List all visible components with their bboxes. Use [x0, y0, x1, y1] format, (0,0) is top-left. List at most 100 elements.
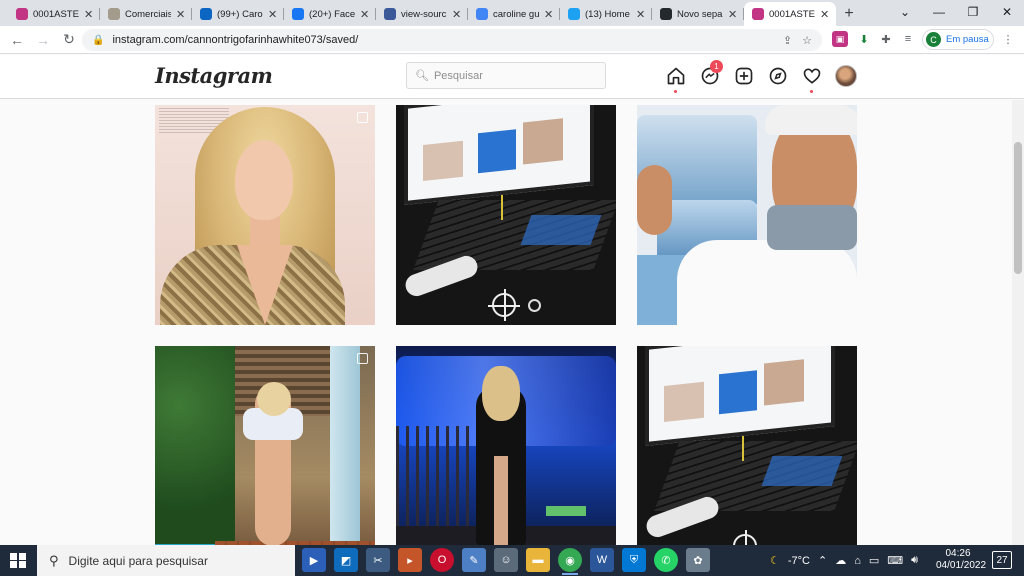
url-text: instagram.com/cannontrigofarinhawhite073… — [112, 34, 359, 46]
bookmark-star-icon[interactable]: ☆ — [802, 34, 812, 47]
instagram-logo[interactable]: Instagram — [155, 63, 273, 88]
browser-tab[interactable]: (20+) Faceb ✕ — [284, 2, 376, 26]
linkedin-icon — [200, 8, 212, 20]
taskbar-clock[interactable]: 04:26 04/01/2022 — [936, 548, 986, 572]
tab-close-icon[interactable]: ✕ — [84, 8, 94, 21]
github-icon — [660, 8, 672, 20]
battery-icon[interactable]: ▭ — [869, 554, 879, 567]
saved-post-2[interactable] — [396, 105, 616, 325]
forward-button[interactable]: → — [30, 27, 56, 53]
browser-tab[interactable]: view-sourc ✕ — [376, 2, 468, 26]
profile-avatar: C — [926, 32, 941, 47]
tab-close-icon[interactable]: ✕ — [360, 8, 370, 21]
people-app-icon[interactable]: ☺ — [494, 548, 518, 572]
photo-face — [235, 140, 293, 220]
windows-taskbar: ⚲ Digite aqui para pesquisar ▶ ◩ ✂ ▸ O ✎… — [0, 545, 1024, 576]
volume-icon[interactable]: 🔊︎ — [911, 554, 918, 567]
instagram-icon — [752, 8, 764, 20]
profile-paused-button[interactable]: C Em pausa — [922, 29, 994, 50]
saved-post-5[interactable] — [396, 346, 616, 566]
scrollbar-thumb[interactable] — [1014, 142, 1022, 274]
reading-list-icon[interactable]: ≡ — [900, 31, 916, 47]
page-scrollbar[interactable] — [1012, 100, 1024, 545]
notification-center-icon[interactable]: 27 — [992, 551, 1012, 569]
carousel-icon — [357, 353, 368, 364]
clock-time: 04:26 — [945, 548, 971, 559]
laptop-screen — [404, 105, 594, 205]
notes-app-icon[interactable]: ✎ — [462, 548, 486, 572]
screen-thumb-b — [719, 370, 757, 415]
back-button[interactable]: ← — [4, 27, 30, 53]
media-player-icon[interactable]: ▶ — [302, 548, 326, 572]
reload-button[interactable]: ↻ — [56, 27, 82, 53]
word-app-icon[interactable]: W — [590, 548, 614, 572]
tab-label: (99+) Caro — [217, 8, 263, 20]
security-shield-icon[interactable]: ⛨ — [622, 548, 646, 572]
extensions-puzzle-icon[interactable]: ✚ — [878, 31, 894, 47]
messenger-icon[interactable]: 1 — [699, 60, 723, 87]
address-bar[interactable]: 🔒 instagram.com/cannontrigofarinhawhite0… — [82, 29, 822, 51]
saved-post-3[interactable] — [637, 105, 857, 325]
chrome-menu-icon[interactable]: ⋮ — [1000, 31, 1016, 47]
share-icon[interactable]: ⇪ — [783, 34, 792, 47]
close-window-button[interactable]: ✕ — [990, 0, 1024, 24]
chrome-browser-icon[interactable]: ◉ — [558, 548, 582, 575]
opera-browser-icon[interactable]: O — [430, 548, 454, 572]
screen-thumb-a — [664, 381, 704, 423]
tab-close-icon[interactable]: ✕ — [728, 8, 738, 21]
tab-label: Novo separ — [677, 8, 723, 20]
windows-logo-icon — [10, 552, 26, 569]
weather-temperature[interactable]: -7°C — [788, 555, 810, 567]
photo-hair — [482, 366, 520, 421]
paint-app-icon[interactable]: ✿ — [686, 548, 710, 572]
screen-thumb-a — [423, 140, 463, 182]
new-tab-button[interactable]: + — [836, 2, 862, 26]
laptop-screen — [645, 346, 835, 446]
browser-tab[interactable]: Comerciais ✕ — [100, 2, 192, 26]
tab-close-icon[interactable]: ✕ — [544, 8, 554, 21]
tab-label: 0001ASTER — [33, 8, 79, 20]
whatsapp-icon[interactable]: ✆ — [654, 548, 678, 572]
photo-hair — [257, 382, 291, 416]
video-editor-icon[interactable]: ▸ — [398, 548, 422, 572]
tab-close-icon[interactable]: ✕ — [268, 8, 278, 21]
new-post-icon[interactable] — [733, 65, 755, 87]
tab-search-icon[interactable]: ⌄ — [888, 0, 922, 24]
photo-plants — [155, 346, 235, 546]
browser-tab[interactable]: (99+) Caro ✕ — [192, 2, 284, 26]
download-extension-icon[interactable]: ⬇ — [856, 31, 872, 47]
snipping-tool-icon[interactable]: ✂ — [366, 548, 390, 572]
browser-tab[interactable]: 0001ASTER ✕ — [8, 2, 100, 26]
tab-close-icon[interactable]: ✕ — [820, 8, 830, 21]
instagram-extension-icon[interactable]: ▣ — [832, 31, 848, 47]
tab-close-icon[interactable]: ✕ — [636, 8, 646, 21]
tab-close-icon[interactable]: ✕ — [452, 8, 462, 21]
profile-avatar-button[interactable] — [835, 65, 857, 87]
taskbar-search-box[interactable]: ⚲ Digite aqui para pesquisar — [37, 545, 295, 576]
onedrive-cloud-icon[interactable]: ☁ — [835, 554, 846, 567]
saved-post-6[interactable] — [637, 346, 857, 566]
photo-cap — [765, 105, 857, 135]
lock-icon: 🔒 — [92, 34, 105, 46]
saved-post-1[interactable] — [155, 105, 375, 325]
tray-chevron-icon[interactable]: ⌃ — [818, 554, 827, 567]
photo-sign — [546, 506, 586, 516]
browser-tab[interactable]: Novo separ ✕ — [652, 2, 744, 26]
minimize-button[interactable]: — — [922, 0, 956, 24]
tab-close-icon[interactable]: ✕ — [176, 8, 186, 21]
saved-post-4[interactable] — [155, 346, 375, 566]
keyboard-icon[interactable]: ⌨ — [887, 554, 903, 567]
browser-tab[interactable]: 0001ASTER ✕ — [744, 2, 836, 26]
start-button[interactable] — [0, 545, 36, 576]
explore-compass-icon[interactable] — [767, 65, 789, 87]
home-icon[interactable] — [665, 65, 687, 93]
search-icon: 🔍︎ — [415, 70, 429, 82]
browser-tab[interactable]: (13) Home ✕ — [560, 2, 652, 26]
file-explorer-icon[interactable]: ▬ — [526, 548, 550, 572]
browser-tab[interactable]: caroline gu ✕ — [468, 2, 560, 26]
network-icon[interactable]: ⌂ — [854, 555, 861, 567]
search-input[interactable]: 🔍︎ Pesquisar — [406, 62, 606, 89]
maximize-button[interactable]: ❐ — [956, 0, 990, 24]
photos-app-icon[interactable]: ◩ — [334, 548, 358, 572]
activity-heart-icon[interactable] — [801, 65, 823, 93]
